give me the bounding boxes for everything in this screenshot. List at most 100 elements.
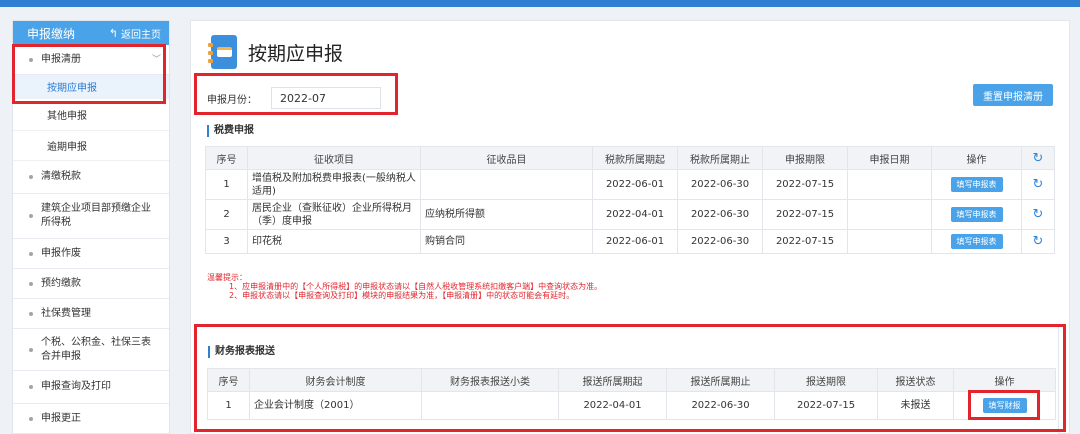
cell-category: 购销合同	[420, 229, 593, 254]
column-header: 申报日期	[847, 146, 932, 170]
table-row: 3 印花税 购销合同 2022-06-01 2022-06-30 2022-07…	[205, 229, 1055, 254]
cell-deadline: 2022-07-15	[762, 199, 848, 230]
sidebar-item-label: 个税、公积金、社保三表合并申报	[41, 336, 151, 362]
fill-declaration-button[interactable]: 填写申报表	[950, 207, 1003, 222]
finance-table: 序号 财务会计制度 财务报表报送小类 报送所属期起 报送所属期止 报送期限 报送…	[207, 368, 1056, 420]
table-row: 2 居民企业（查账征收）企业所得税月（季）度申报 应纳税所得额 2022-04-…	[205, 199, 1055, 230]
sidebar-subitem-other[interactable]: 其他申报	[13, 99, 169, 131]
column-header: 财务会计制度	[249, 368, 422, 392]
reset-declaration-list-button[interactable]: 重置申报清册	[973, 84, 1053, 106]
cell-start: 2022-06-01	[592, 169, 678, 200]
cell-no: 2	[205, 199, 248, 230]
top-bar	[0, 0, 1080, 7]
sidebar-item-query-print[interactable]: 申报查询及打印	[13, 371, 169, 404]
sidebar-title: 申报缴纳	[27, 26, 76, 41]
column-header: 申报期限	[762, 146, 848, 170]
refresh-icon[interactable]: ↻	[1033, 207, 1044, 222]
month-input[interactable]	[271, 87, 381, 109]
bullet-icon	[29, 57, 33, 62]
column-header: 征收品目	[420, 146, 593, 170]
sidebar-item-combined-declaration[interactable]: 个税、公积金、社保三表合并申报	[13, 329, 169, 371]
return-arrow-icon: ↰	[108, 26, 118, 40]
cell-end: 2022-06-30	[677, 169, 763, 200]
column-header: 财务报表报送小类	[421, 368, 559, 392]
fill-declaration-button[interactable]: 填写申报表	[950, 177, 1003, 192]
cell-date	[847, 199, 932, 230]
sidebar-item-label: 预约缴款	[41, 277, 81, 289]
column-header: 报送所属期止	[666, 368, 775, 392]
cell-item: 居民企业（查账征收）企业所得税月（季）度申报	[247, 199, 421, 230]
sidebar-item-declaration-list[interactable]: 申报清册 ﹀	[13, 45, 169, 75]
sidebar-item-label: 社保费管理	[41, 307, 91, 319]
column-header: 税款所属期止	[677, 146, 763, 170]
sidebar-item-label: 申报清册	[41, 53, 81, 65]
table-row: 1 增值税及附加税费申报表(一般纳税人适用) 2022-06-01 2022-0…	[205, 169, 1055, 200]
page-title: 按期应申报	[208, 35, 343, 69]
sidebar-item-correction[interactable]: 申报更正	[13, 404, 169, 434]
refresh-icon[interactable]: ↻	[1033, 177, 1044, 192]
notebook-icon	[208, 35, 238, 69]
cell-refresh: ↻	[1021, 229, 1055, 254]
chevron-down-icon: ﹀	[151, 54, 161, 65]
sidebar-item-construction-prepay[interactable]: 建筑企业项目部预缴企业所得税	[13, 194, 169, 239]
cell-start: 2022-06-01	[592, 229, 678, 254]
sidebar-subitem-label: 逾期申报	[47, 142, 87, 153]
cell-action: 填写申报表	[931, 169, 1022, 200]
fill-declaration-button[interactable]: 填写申报表	[950, 234, 1003, 249]
sidebar-item-label: 申报查询及打印	[41, 381, 111, 392]
sidebar-item-label: 清缴税款	[41, 171, 81, 182]
cell-subclass	[421, 391, 559, 420]
fill-financial-report-button[interactable]: 填写财报	[982, 398, 1027, 413]
warm-tips: 温馨提示： 1、应申报清册中的【个人所得税】的申报状态请以【自然人税收管理系统扣…	[207, 273, 602, 300]
bullet-icon	[29, 175, 33, 179]
sidebar-subitem-periodic[interactable]: 按期应申报	[13, 75, 169, 99]
bullet-icon	[29, 251, 33, 256]
cell-action: 填写财报	[953, 391, 1056, 420]
cell-no: 1	[207, 391, 250, 420]
sidebar-header: 申报缴纳 ↰ 返回主页	[13, 21, 169, 45]
column-header: 报送期限	[774, 368, 878, 392]
cell-item: 印花税	[247, 229, 421, 254]
home-link[interactable]: ↰ 返回主页	[109, 26, 161, 41]
column-header: 序号	[207, 368, 250, 392]
cell-refresh: ↻	[1021, 199, 1055, 230]
cell-date	[847, 229, 932, 254]
sidebar: 申报缴纳 ↰ 返回主页 申报清册 ﹀ 按期应申报 其他申报 逾期申报 清缴税款 …	[12, 20, 170, 434]
cell-no: 3	[205, 229, 248, 254]
tax-section-title: 税费申报	[207, 125, 254, 137]
bullet-icon	[29, 311, 33, 316]
column-header: 征收项目	[247, 146, 421, 170]
cell-action: 填写申报表	[931, 199, 1022, 230]
finance-section: 财务报表报送 序号 财务会计制度 财务报表报送小类 报送所属期起 报送所属期止 …	[194, 325, 1059, 434]
sidebar-item-label: 申报更正	[41, 412, 81, 424]
tax-table-header: 序号 征收项目 征收品目 税款所属期起 税款所属期止 申报期限 申报日期 操作 …	[205, 146, 1055, 170]
refresh-icon[interactable]: ↻	[1033, 234, 1044, 249]
cell-deadline: 2022-07-15	[762, 229, 848, 254]
refresh-header[interactable]: ↻	[1021, 146, 1055, 170]
tips-title: 温馨提示：	[207, 273, 247, 282]
sidebar-item-label: 建筑企业项目部预缴企业所得税	[41, 203, 151, 228]
month-filter: 申报月份：	[207, 87, 381, 109]
sidebar-subitem-label: 其他申报	[47, 111, 87, 122]
sidebar-subitem-overdue[interactable]: 逾期申报	[13, 131, 169, 161]
sidebar-item-void[interactable]: 申报作废	[13, 239, 169, 269]
cell-category: 应纳税所得额	[420, 199, 593, 230]
cell-end: 2022-06-30	[677, 199, 763, 230]
cell-deadline: 2022-07-15	[762, 169, 848, 200]
cell-status: 未报送	[877, 391, 954, 420]
sidebar-item-social-security[interactable]: 社保费管理	[13, 299, 169, 329]
column-header: 税款所属期起	[592, 146, 678, 170]
sidebar-item-scheduled-payment[interactable]: 预约缴款	[13, 269, 169, 299]
tax-table: 序号 征收项目 征收品目 税款所属期起 税款所属期止 申报期限 申报日期 操作 …	[205, 146, 1055, 254]
cell-refresh: ↻	[1021, 169, 1055, 200]
refresh-icon[interactable]: ↻	[1033, 151, 1044, 166]
bullet-icon	[29, 214, 33, 218]
cell-category	[420, 169, 593, 200]
cell-date	[847, 169, 932, 200]
column-header: 报送所属期起	[558, 368, 667, 392]
column-header: 序号	[205, 146, 248, 170]
cell-end: 2022-06-30	[666, 391, 775, 420]
bullet-icon	[29, 416, 33, 421]
sidebar-item-tax-payment[interactable]: 清缴税款	[13, 161, 169, 194]
sidebar-item-label: 申报作废	[41, 247, 81, 259]
